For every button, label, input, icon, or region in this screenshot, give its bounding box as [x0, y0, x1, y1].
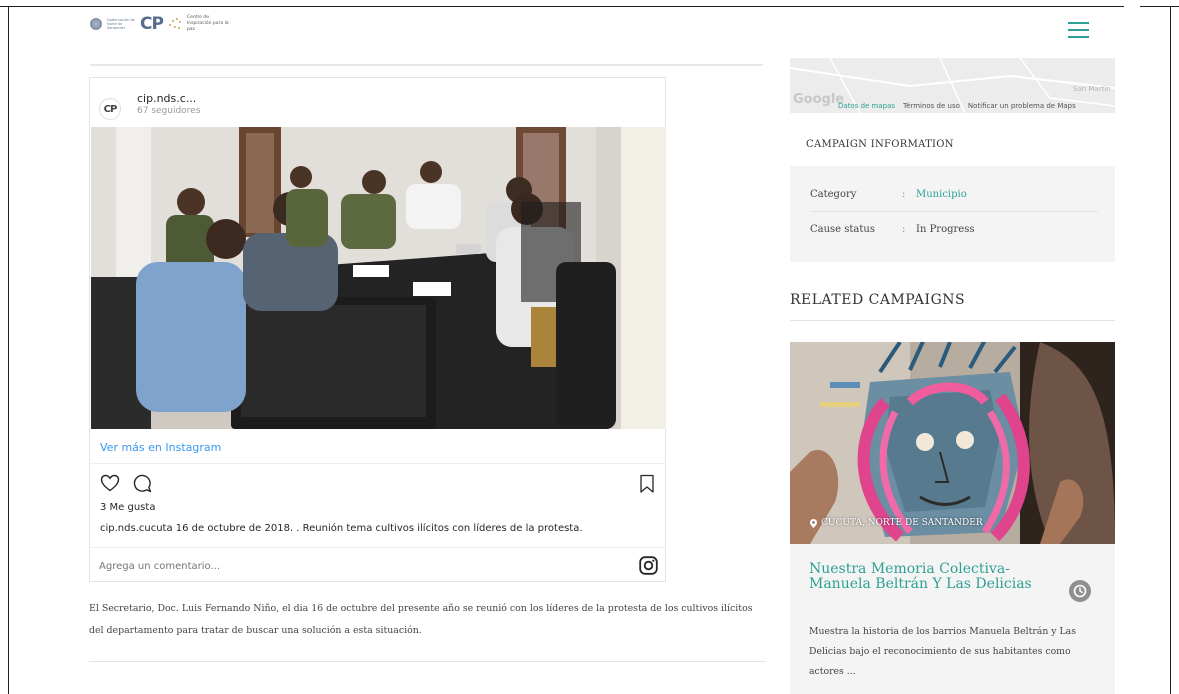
frame-left-line [8, 6, 9, 694]
info-label: Cause status [810, 223, 875, 235]
frame-gap [1124, 6, 1140, 8]
instagram-embed: CP cip.nds.c... 67 seguidores Ver más en… [89, 77, 666, 582]
category-link[interactable]: Municipio [916, 189, 967, 200]
clock-icon [1069, 580, 1091, 602]
profile-avatar[interactable]: CP [99, 98, 121, 120]
sparkle-dots-icon [168, 18, 182, 30]
site-logo[interactable]: Gobernación de Norte de Santander CP Cen… [90, 14, 229, 34]
logo-cp: CP [140, 14, 164, 34]
logo-small-text: Gobernación de Norte de Santander [107, 18, 135, 30]
map-terms-link[interactable]: Términos de uso [903, 102, 960, 110]
profile-username[interactable]: cip.nds.c... [137, 92, 196, 105]
related-divider [790, 320, 1115, 321]
heart-icon[interactable] [100, 474, 120, 492]
separator [90, 547, 665, 548]
map-report-link[interactable]: Notificar un problema de Maps [968, 102, 1076, 110]
campaign-info-title: CAMPAIGN INFORMATION [806, 139, 954, 150]
related-campaigns-title: RELATED CAMPAIGNS [790, 292, 966, 308]
map-embed[interactable]: Google San Martín Datos de mapas Término… [790, 58, 1115, 113]
logo-tagline: Centro de Inspiración para la paz [186, 15, 229, 32]
frame-right-line [1170, 6, 1171, 694]
view-more-link[interactable]: Ver más en Instagram [100, 441, 221, 454]
map-place-label: San Martín [1073, 85, 1111, 93]
bookmark-icon[interactable] [639, 474, 655, 494]
map-footer-links: Datos de mapas Términos de uso Notificar… [838, 102, 1076, 110]
info-row-status: Cause status : In Progress [810, 212, 1098, 246]
campaign-location: CÚCUTA, NORTE DE SANTANDER [810, 518, 983, 528]
status-value: In Progress [916, 223, 975, 235]
info-separator: : [902, 223, 906, 235]
hamburger-menu-icon[interactable] [1068, 22, 1089, 38]
instagram-logo-icon[interactable] [639, 556, 658, 575]
comment-icon[interactable] [133, 474, 153, 494]
follower-count: 67 seguidores [137, 106, 201, 116]
post-photo[interactable] [91, 127, 666, 429]
campaign-description: Muestra la historia de los barrios Manue… [809, 626, 1076, 677]
campaign-title-link[interactable]: Nuestra Memoria Colectiva- Manuela Beltr… [809, 562, 1049, 592]
location-pin-icon [810, 518, 817, 528]
campaign-image[interactable] [790, 342, 1115, 544]
info-separator: : [902, 189, 906, 200]
campaign-card[interactable]: CÚCUTA, NORTE DE SANTANDER Nuestra Memor… [790, 342, 1115, 694]
comment-input[interactable] [99, 557, 599, 575]
post-caption: cip.nds.cucuta 16 de octubre de 2018. . … [100, 523, 583, 534]
google-logo: Google [793, 92, 845, 107]
campaign-info-panel: Category : Municipio Cause status : In P… [790, 166, 1115, 262]
info-label: Category [810, 189, 857, 200]
content-divider [89, 661, 766, 662]
map-data-link[interactable]: Datos de mapas [838, 102, 895, 110]
header-divider [90, 64, 763, 66]
info-row-category: Category : Municipio [810, 178, 1098, 212]
separator [90, 463, 665, 464]
seal-icon [90, 18, 102, 30]
likes-count: 3 Me gusta [100, 502, 156, 513]
frame-top-line [0, 6, 1179, 7]
article-description: El Secretario, Doc. Luis Fernando Niño, … [89, 603, 753, 636]
location-text: CÚCUTA, NORTE DE SANTANDER [821, 518, 983, 528]
